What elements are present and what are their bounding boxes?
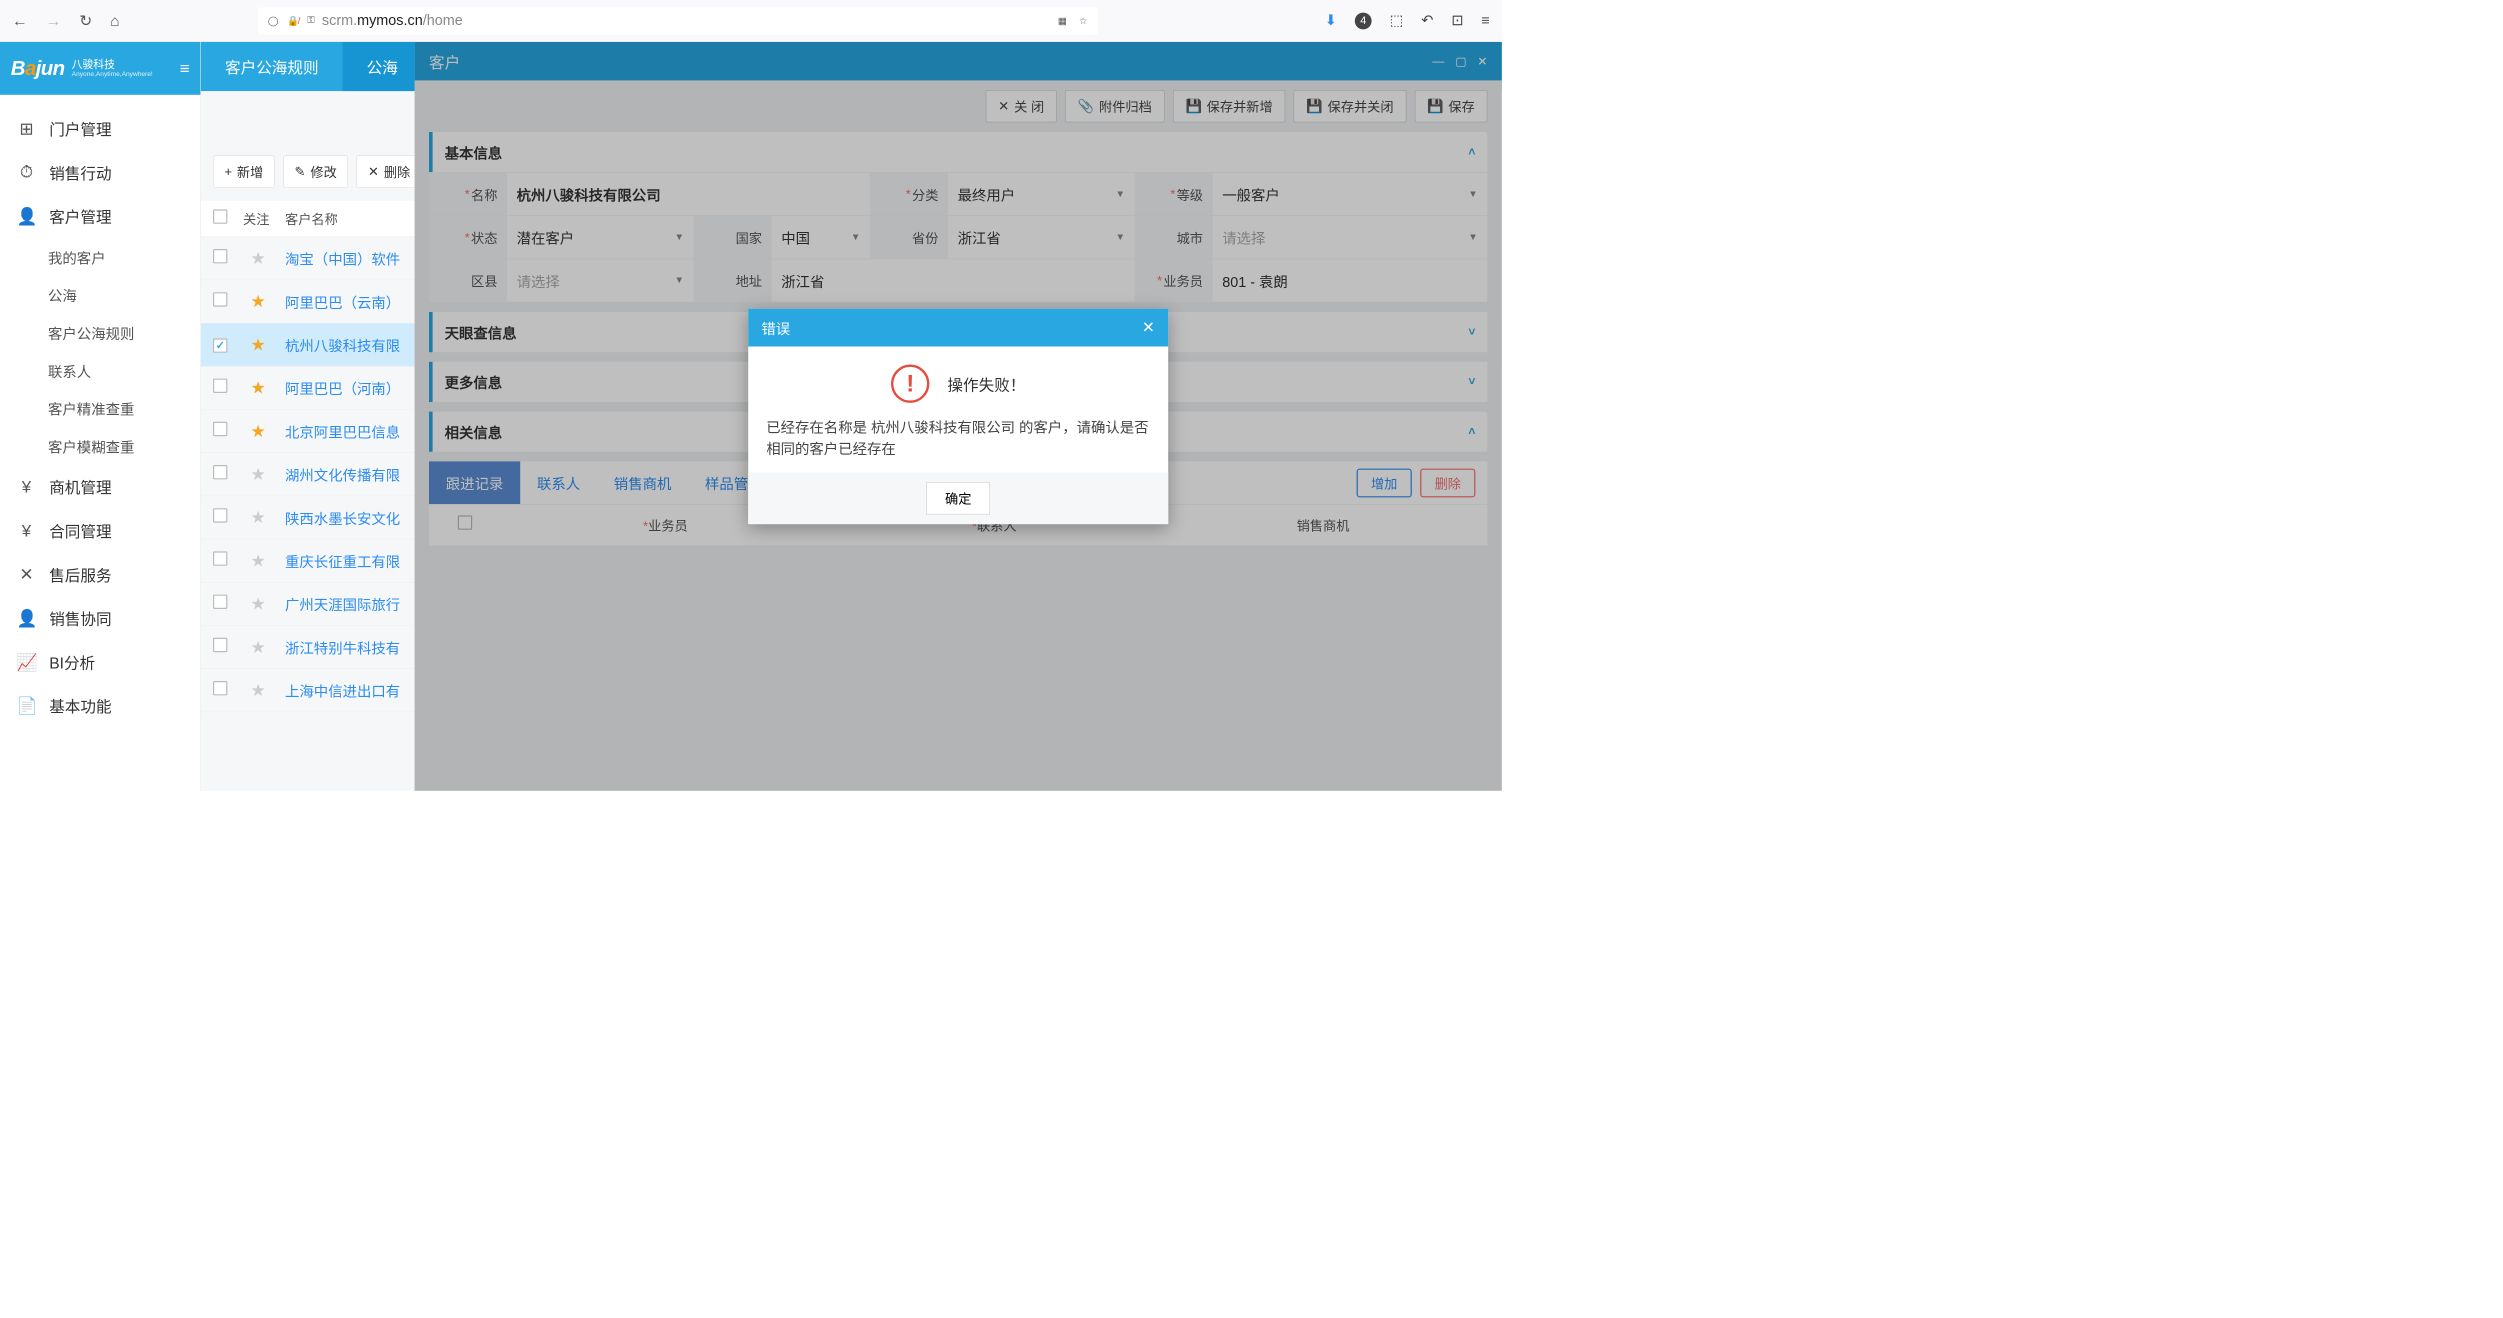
star-icon[interactable]: ★: [243, 335, 273, 355]
url-text: scrm.scrm.mymos.cnmymos.cn/home: [322, 12, 463, 29]
logo-text: Bajun: [11, 57, 65, 80]
lock-slash-icon[interactable]: 🔒̸: [287, 15, 299, 27]
customer-link[interactable]: 湖州文化传播有限: [285, 464, 400, 485]
hamburger-icon[interactable]: ≡: [180, 59, 190, 78]
btn-icon: ✎: [295, 164, 306, 180]
customer-panel: 客户 — ▢ ✕ ✕关 闭📎附件归档💾保存并新增💾保存并关闭💾保存 基本信息 ˄…: [415, 42, 1502, 791]
menu-icon[interactable]: ≡: [1481, 12, 1489, 29]
customer-link[interactable]: 重庆长征重工有限: [285, 550, 400, 571]
nav-icon: 👤: [17, 608, 36, 628]
star-icon[interactable]: ★: [243, 551, 273, 571]
star-icon[interactable]: ★: [243, 421, 273, 441]
notification-badge[interactable]: 4: [1355, 12, 1372, 29]
list-button[interactable]: ✎修改: [283, 155, 348, 187]
checkbox-all[interactable]: [213, 209, 227, 223]
star-icon[interactable]: ★: [243, 594, 273, 614]
forward-icon[interactable]: →: [46, 11, 62, 30]
nav-icon: 👤: [17, 206, 36, 226]
modal-message: 已经存在名称是 杭州八骏科技有限公司 的客户，请确认是否相同的客户已经存在: [766, 417, 1150, 460]
col-name: 客户名称: [285, 209, 338, 228]
star-icon[interactable]: ★: [243, 378, 273, 398]
sidebar-sub-item[interactable]: 联系人: [0, 352, 200, 390]
sidebar-item[interactable]: ¥商机管理: [0, 465, 200, 509]
row-checkbox[interactable]: [213, 292, 227, 306]
customer-link[interactable]: 杭州八骏科技有限: [285, 334, 400, 355]
sidebar: Bajun 八骏科技Anyone,Anytime,Anywhere! ≡ ⊞门户…: [0, 42, 201, 791]
row-checkbox[interactable]: [213, 422, 227, 436]
sidebar-sub-item[interactable]: 客户模糊查重: [0, 427, 200, 465]
customer-link[interactable]: 淘宝（中国）软件: [285, 248, 400, 269]
key-icon[interactable]: ⚿: [307, 15, 314, 27]
sidebar-item[interactable]: ⊞门户管理: [0, 107, 200, 151]
row-checkbox[interactable]: [213, 551, 227, 565]
customer-link[interactable]: 陕西水墨长安文化: [285, 507, 400, 528]
nav-icon: ⏱: [17, 163, 36, 183]
error-icon: !: [891, 365, 929, 403]
sidebar-item[interactable]: 👤销售协同: [0, 596, 200, 640]
download-icon[interactable]: ⬇: [1325, 12, 1337, 29]
nav-icon: 📈: [17, 652, 36, 672]
modal-ok-button[interactable]: 确定: [926, 482, 990, 514]
btn-icon: +: [224, 164, 232, 180]
customer-link[interactable]: 广州天涯国际旅行: [285, 593, 400, 614]
browser-chrome: ← → ↻ ⌂ ◯ 🔒̸ ⚿ scrm.scrm.mymos.cnmymos.c…: [0, 0, 1502, 42]
row-checkbox[interactable]: [213, 638, 227, 652]
error-modal: 错误 ✕ ! 操作失败！ 已经存在名称是 杭州八骏科技有限公司 的客户，请确认是…: [748, 309, 1168, 524]
nav-icon: ¥: [17, 521, 36, 540]
sidebar-item[interactable]: 📄基本功能: [0, 684, 200, 728]
shield-icon[interactable]: ◯: [268, 15, 279, 27]
logo: Bajun 八骏科技Anyone,Anytime,Anywhere! ≡: [0, 42, 200, 95]
row-checkbox[interactable]: [213, 379, 227, 393]
sidebar-sub-item[interactable]: 客户精准查重: [0, 389, 200, 427]
sidebar-item[interactable]: ✕售后服务: [0, 553, 200, 597]
sidebar-item[interactable]: ⏱销售行动: [0, 151, 200, 195]
btn-icon: ✕: [368, 164, 379, 180]
crop-icon[interactable]: ⬚: [1390, 12, 1404, 29]
row-checkbox[interactable]: [213, 465, 227, 479]
nav-icon: ⊞: [17, 119, 36, 139]
customer-link[interactable]: 北京阿里巴巴信息: [285, 421, 400, 442]
sidebar-item[interactable]: 👤客户管理: [0, 194, 200, 238]
nav-icon: ✕: [17, 565, 36, 585]
star-icon[interactable]: ★: [243, 292, 273, 312]
top-tab[interactable]: 公海: [343, 42, 422, 91]
row-checkbox[interactable]: [213, 508, 227, 522]
modal-close-icon[interactable]: ✕: [1142, 318, 1155, 337]
star-icon[interactable]: ★: [243, 508, 273, 528]
row-checkbox[interactable]: [213, 338, 227, 352]
row-checkbox[interactable]: [213, 681, 227, 695]
sidebar-sub-item[interactable]: 公海: [0, 276, 200, 314]
top-tab[interactable]: 客户公海规则: [201, 42, 343, 91]
customer-link[interactable]: 上海中信进出口有: [285, 680, 400, 701]
row-checkbox[interactable]: [213, 595, 227, 609]
bookmark-icon[interactable]: ☆: [1079, 15, 1088, 27]
star-icon[interactable]: ★: [243, 248, 273, 268]
customer-link[interactable]: 浙江特别牛科技有: [285, 637, 400, 658]
url-bar[interactable]: ◯ 🔒̸ ⚿ scrm.scrm.mymos.cnmymos.cn/home ▦…: [258, 7, 1098, 35]
star-icon[interactable]: ★: [243, 680, 273, 700]
extension-icon[interactable]: ⊡: [1451, 12, 1463, 29]
star-icon[interactable]: ★: [243, 637, 273, 657]
customer-link[interactable]: 阿里巴巴（云南）: [285, 291, 400, 312]
row-checkbox[interactable]: [213, 249, 227, 263]
home-icon[interactable]: ⌂: [110, 11, 119, 30]
nav-icon: 📄: [17, 696, 36, 716]
back-icon[interactable]: ←: [12, 11, 28, 30]
star-icon[interactable]: ★: [243, 464, 273, 484]
col-attention: 关注: [243, 209, 273, 228]
sidebar-sub-item[interactable]: 客户公海规则: [0, 314, 200, 352]
sidebar-item[interactable]: ¥合同管理: [0, 509, 200, 553]
customer-link[interactable]: 阿里巴巴（河南）: [285, 377, 400, 398]
list-button[interactable]: +新增: [213, 155, 275, 187]
reload-icon[interactable]: ↻: [79, 11, 92, 30]
modal-title: 错误: [761, 317, 790, 338]
qr-icon[interactable]: ▦: [1058, 15, 1067, 27]
undo-icon[interactable]: ↶: [1421, 12, 1433, 29]
sidebar-item[interactable]: 📈BI分析: [0, 640, 200, 684]
modal-status: 操作失败！: [947, 373, 1025, 395]
list-button[interactable]: ✕删除: [357, 155, 422, 187]
sidebar-sub-item[interactable]: 我的客户: [0, 238, 200, 276]
nav-icon: ¥: [17, 477, 36, 496]
